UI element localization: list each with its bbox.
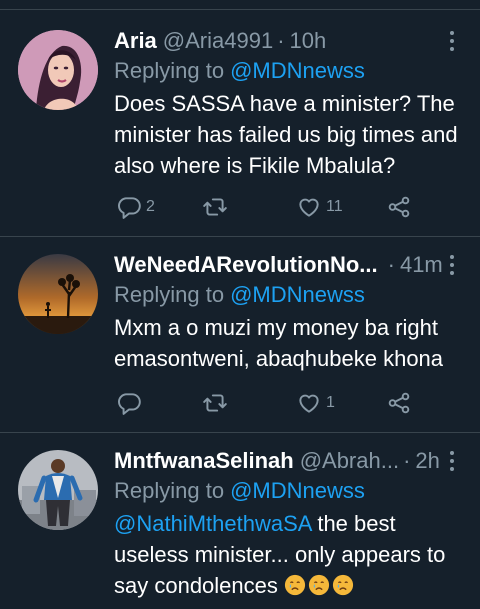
action-bar: 2 11	[114, 192, 424, 222]
share-icon	[388, 196, 410, 218]
replying-to: Replying to @MDNnewss	[114, 56, 365, 86]
tweet-header: Aria @Aria4991 · 10h	[114, 26, 432, 56]
action-bar: 1	[114, 388, 424, 418]
avatar-image-aria	[18, 30, 98, 110]
avatar-image-weneedarevolution	[18, 254, 98, 334]
divider	[0, 236, 480, 237]
replying-to-handle[interactable]: @MDNnewss	[230, 478, 365, 503]
tweet-text: @NathiMthethwaSA the best useless minist…	[114, 508, 464, 601]
like-count: 11	[326, 198, 343, 215]
retweet-button[interactable]	[202, 192, 232, 222]
reply-button[interactable]: 2	[116, 192, 155, 222]
tweet-mntfwanaselinah[interactable]: MntfwanaSelinah @Abrah... · 2h Replying …	[0, 446, 480, 609]
crying-face-emoji	[308, 574, 330, 596]
separator-dot: ·	[277, 28, 285, 53]
replying-to-label: Replying to	[114, 282, 225, 307]
replying-to: Replying to @MDNnewss	[114, 280, 365, 310]
timestamp[interactable]: 41m	[400, 250, 443, 280]
retweet-icon	[203, 198, 227, 216]
like-count: 1	[326, 394, 335, 411]
user-handle[interactable]: @Aria4991	[163, 26, 273, 56]
avatar-image-mntfwanaselinah	[18, 450, 98, 530]
avatar[interactable]	[18, 30, 98, 110]
tweet-text: Does SASSA have a minister? The minister…	[114, 91, 458, 178]
tweet-text: Mxm a o muzi my money ba right emasontwe…	[114, 315, 444, 371]
share-icon	[388, 392, 410, 414]
divider	[0, 9, 480, 10]
avatar[interactable]	[18, 254, 98, 334]
reply-icon	[118, 393, 141, 415]
reply-button[interactable]	[116, 388, 146, 418]
replying-to-label: Replying to	[114, 58, 225, 83]
replying-to-label: Replying to	[114, 478, 225, 503]
retweet-button[interactable]	[202, 388, 232, 418]
like-icon	[299, 198, 319, 217]
share-button[interactable]	[386, 388, 412, 418]
replying-to: Replying to @MDNnewss	[114, 476, 365, 506]
timestamp[interactable]: 10h	[290, 26, 327, 56]
user-handle[interactable]: @Abrah...	[300, 446, 399, 476]
display-name[interactable]: WeNeedARevolutionNo...	[114, 250, 378, 280]
reply-feed: Aria @Aria4991 · 10h Replying to @MDNnews…	[0, 0, 480, 609]
more-icon[interactable]	[444, 28, 460, 54]
emoji-group	[284, 573, 356, 598]
reply-count: 2	[146, 198, 155, 215]
like-icon	[299, 394, 319, 413]
tweet-header: WeNeedARevolutionNo... · 41m	[114, 250, 443, 280]
like-button[interactable]: 1	[296, 388, 335, 418]
like-button[interactable]: 11	[296, 192, 343, 222]
replying-to-handle[interactable]: @MDNnewss	[230, 282, 365, 307]
display-name[interactable]: MntfwanaSelinah	[114, 446, 294, 476]
reply-icon	[118, 197, 141, 219]
tweet-aria[interactable]: Aria @Aria4991 · 10h Replying to @MDNnews…	[0, 26, 480, 236]
avatar[interactable]	[18, 450, 98, 530]
crying-face-emoji	[332, 574, 354, 596]
timestamp[interactable]: 2h	[415, 446, 439, 476]
replying-to-handle[interactable]: @MDNnewss	[230, 58, 365, 83]
display-name[interactable]: Aria	[114, 26, 157, 56]
tweet-header: MntfwanaSelinah @Abrah... · 2h	[114, 446, 440, 476]
share-button[interactable]	[386, 192, 412, 222]
tweet-weneedarevolution[interactable]: WeNeedARevolutionNo... · 41m Replying to…	[0, 250, 480, 430]
separator-dot: ·	[387, 252, 395, 277]
separator-dot: ·	[403, 448, 411, 473]
more-icon[interactable]	[444, 448, 460, 474]
more-icon[interactable]	[444, 252, 460, 278]
mention-link[interactable]: @NathiMthethwaSA	[114, 511, 311, 536]
crying-face-emoji	[284, 574, 306, 596]
retweet-icon	[203, 394, 227, 412]
divider	[0, 432, 480, 433]
